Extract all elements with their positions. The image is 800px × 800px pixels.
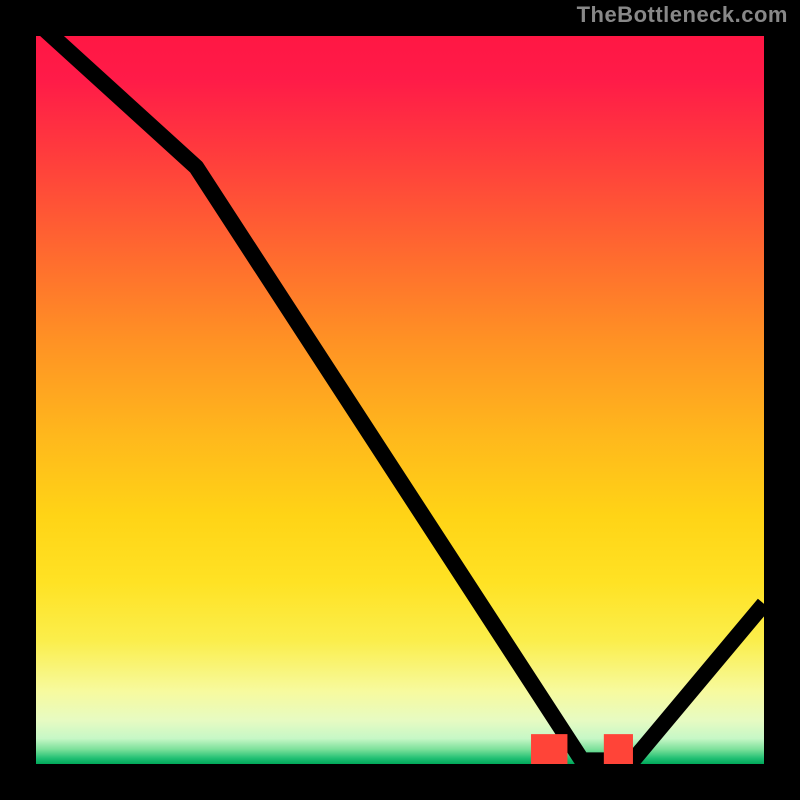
chart-canvas: TheBottleneck.com (0, 0, 800, 800)
chart-overlay (36, 36, 764, 764)
plot-area (30, 30, 770, 770)
series-line (36, 30, 764, 760)
watermark-text: TheBottleneck.com (577, 2, 788, 28)
